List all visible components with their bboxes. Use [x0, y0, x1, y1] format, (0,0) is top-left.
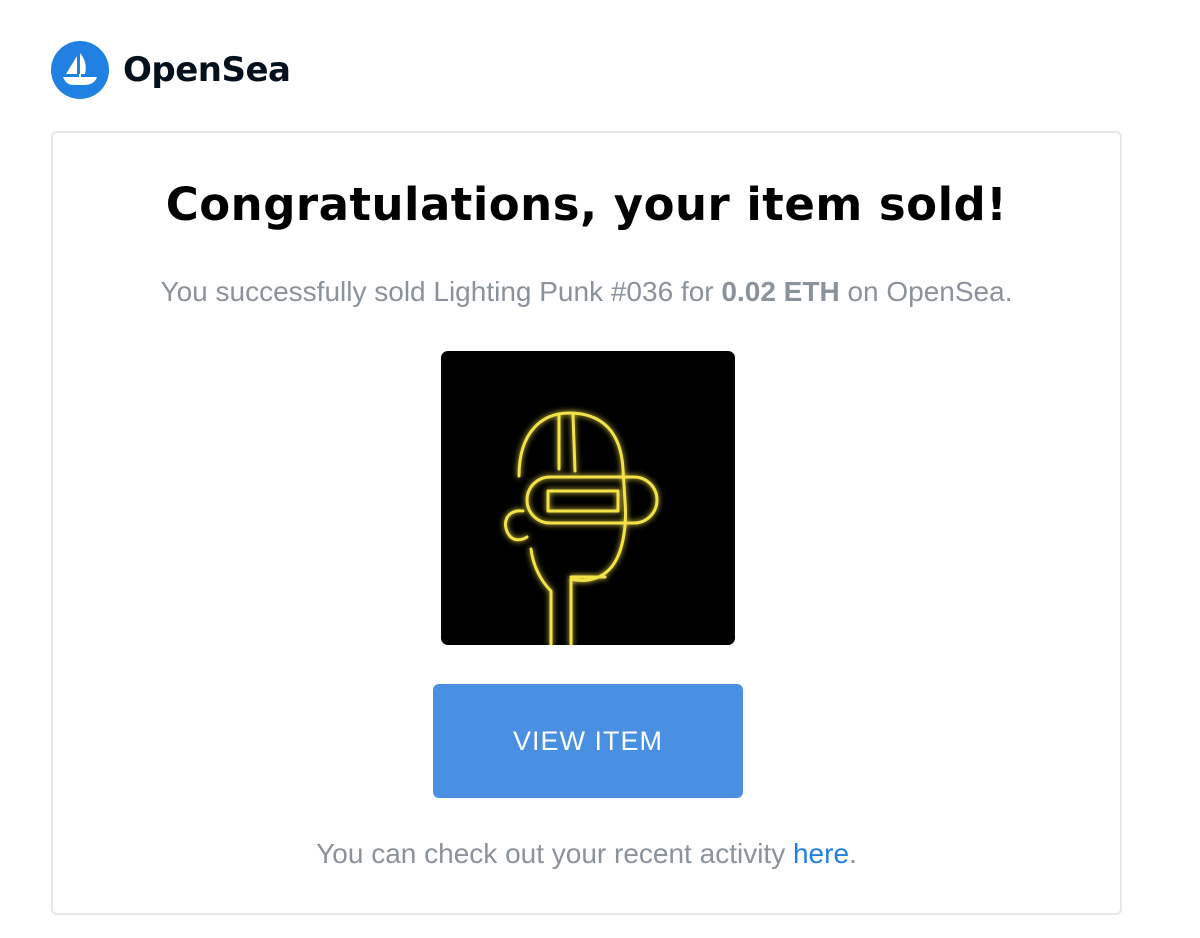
sale-notification-card: Congratulations, your item sold! You suc…	[51, 131, 1122, 915]
activity-link[interactable]: here	[793, 838, 849, 869]
footer-prefix: You can check out your recent activity	[316, 838, 786, 869]
footer-suffix: .	[849, 838, 857, 869]
activity-footer: You can check out your recent activity h…	[53, 838, 1120, 870]
sale-message: You successfully sold Lighting Punk #036…	[53, 276, 1120, 308]
sailboat-icon[interactable]	[51, 41, 109, 99]
message-suffix: on OpenSea.	[847, 276, 1013, 307]
page-title: Congratulations, your item sold!	[165, 178, 1008, 231]
sale-price: 0.02 ETH	[721, 276, 840, 307]
message-prefix: You successfully sold Lighting Punk #036…	[160, 276, 714, 307]
opensea-header: OpenSea	[51, 40, 291, 100]
lighting-punk-nft-image[interactable]	[441, 351, 735, 645]
brand-name[interactable]: OpenSea	[123, 50, 291, 90]
view-item-button[interactable]: VIEW ITEM	[433, 684, 743, 798]
